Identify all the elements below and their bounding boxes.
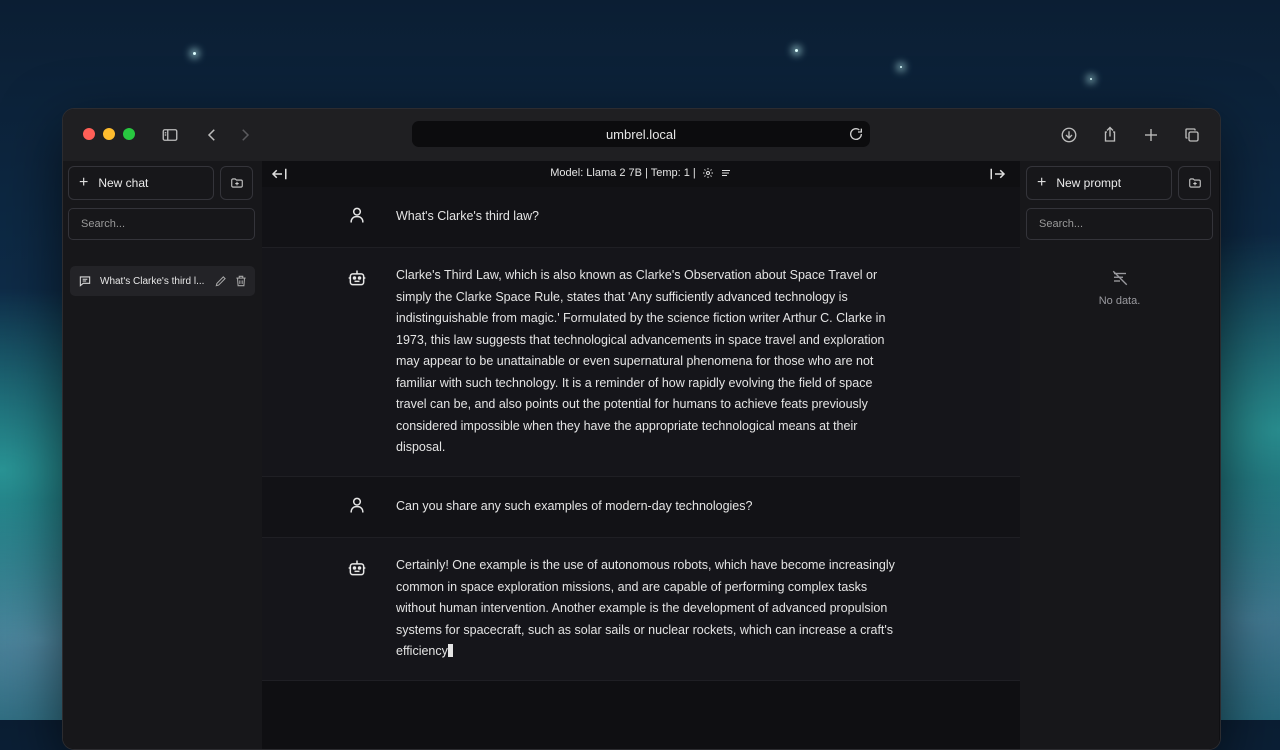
message-assistant: Clarke's Third Law, which is also known … xyxy=(262,248,1020,477)
message-text: Certainly! One example is the use of aut… xyxy=(396,558,895,658)
prompt-sidebar: + New prompt Search... No data. xyxy=(1020,161,1219,749)
close-window-button[interactable] xyxy=(83,128,95,140)
prompt-search-input[interactable]: Search... xyxy=(1026,208,1213,240)
prompt-search-placeholder: Search... xyxy=(1039,218,1084,230)
plus-icon: + xyxy=(79,174,89,191)
new-prompt-label: New prompt xyxy=(1056,176,1122,190)
chat-search-placeholder: Search... xyxy=(81,218,126,230)
trash-icon[interactable] xyxy=(234,274,248,288)
download-icon[interactable] xyxy=(1057,123,1081,147)
user-icon xyxy=(350,497,364,513)
star xyxy=(1090,78,1092,80)
no-data-icon xyxy=(1112,270,1127,286)
message-icon xyxy=(79,276,91,287)
app-content: + New chat Search... What's Clarke's thi… xyxy=(63,161,1220,749)
robot-icon xyxy=(348,270,366,286)
share-icon[interactable] xyxy=(1098,123,1122,147)
chat-topbar: Model: Llama 2 7B | Temp: 1 | xyxy=(262,161,1020,187)
url-text: umbrel.local xyxy=(605,126,677,142)
sidebar-toggle-icon[interactable] xyxy=(158,123,182,147)
message-assistant: Certainly! One example is the use of aut… xyxy=(262,538,1020,681)
typing-cursor xyxy=(447,644,453,657)
back-icon[interactable] xyxy=(200,123,224,147)
empty-state-text: No data. xyxy=(1098,295,1141,307)
new-chat-label: New chat xyxy=(98,176,149,190)
reload-icon[interactable] xyxy=(848,126,864,142)
forward-icon[interactable] xyxy=(233,123,257,147)
new-prompt-button[interactable]: + New prompt xyxy=(1026,166,1172,200)
user-icon xyxy=(350,207,364,223)
message-user: Can you share any such examples of moder… xyxy=(262,477,1020,538)
folder-plus-icon xyxy=(1188,178,1201,188)
new-tab-icon[interactable] xyxy=(1139,123,1163,147)
chat-search-input[interactable]: Search... xyxy=(68,208,255,240)
message-user: What's Clarke's third law? xyxy=(262,187,1020,248)
conversation-title: What's Clarke's third l... xyxy=(100,275,205,287)
plus-icon: + xyxy=(1037,174,1047,191)
collapse-right-sidebar-icon[interactable] xyxy=(989,166,1007,182)
address-bar[interactable]: umbrel.local xyxy=(412,121,870,147)
conversation-item[interactable]: What's Clarke's third l... xyxy=(70,266,255,296)
empty-state: No data. xyxy=(1020,269,1219,307)
browser-toolbar: umbrel.local xyxy=(63,109,1220,161)
message-text: What's Clarke's third law? xyxy=(396,209,540,223)
clear-lines-icon[interactable] xyxy=(720,167,732,179)
new-chat-button[interactable]: + New chat xyxy=(68,166,214,200)
message-text-container: Certainly! One example is the use of aut… xyxy=(396,555,896,663)
chat-panel: Model: Llama 2 7B | Temp: 1 | What's Cla… xyxy=(262,161,1020,749)
new-folder-button[interactable] xyxy=(220,166,253,200)
message-text: Can you share any such examples of moder… xyxy=(396,499,753,513)
edit-icon[interactable] xyxy=(214,274,228,288)
model-info: Model: Llama 2 7B | Temp: 1 | xyxy=(550,167,696,179)
zoom-window-button[interactable] xyxy=(123,128,135,140)
star xyxy=(795,49,798,52)
settings-icon[interactable] xyxy=(702,167,714,179)
chat-sidebar: + New chat Search... What's Clarke's thi… xyxy=(63,161,262,749)
tab-overview-icon[interactable] xyxy=(1180,123,1204,147)
star xyxy=(193,52,196,55)
star xyxy=(900,66,902,68)
new-prompt-folder-button[interactable] xyxy=(1178,166,1211,200)
minimize-window-button[interactable] xyxy=(103,128,115,140)
folder-plus-icon xyxy=(230,178,243,188)
browser-window: umbrel.local + New chat Search... What's… xyxy=(62,108,1221,750)
robot-icon xyxy=(348,560,366,576)
message-text: Clarke's Third Law, which is also known … xyxy=(396,268,886,454)
